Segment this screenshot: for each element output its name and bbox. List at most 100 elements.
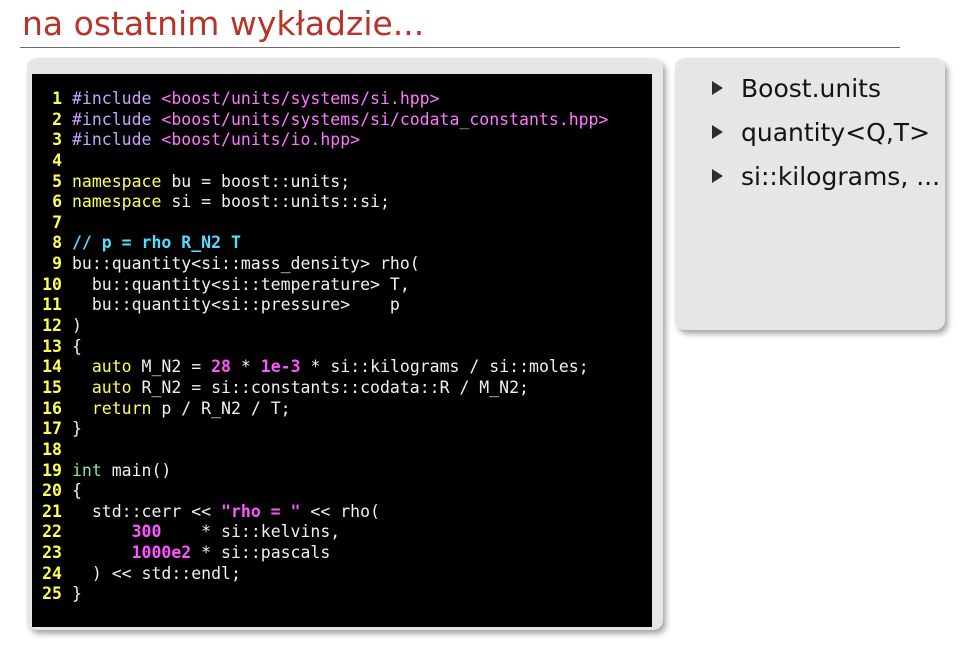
code-line: 19 int main() — [38, 461, 608, 482]
line-number: 12 — [42, 316, 62, 336]
code-token: <boost/units/systems/si/codata_constants… — [161, 109, 609, 129]
line-number: 8 — [52, 233, 62, 253]
code-token: #include — [72, 109, 162, 129]
code-token: <boost/units/io.hpp> — [161, 130, 361, 150]
line-number: 17 — [42, 419, 62, 439]
code-line: 21 std::cerr << "rho = " << rho( — [38, 502, 608, 523]
line-number: 3 — [52, 130, 62, 150]
line-number: 7 — [52, 212, 62, 232]
code-line: 22 300 * si::kelvins, — [38, 522, 608, 543]
code-token: namespace — [72, 192, 162, 212]
code-token: namespace — [72, 171, 162, 191]
code-line: 14 auto M_N2 = 28 * 1e-3 * si::kilograms… — [38, 357, 608, 378]
code-token: * si::pascals — [191, 543, 331, 563]
code-token: * — [230, 357, 261, 377]
code-line: 4 — [38, 151, 608, 172]
line-number: 10 — [42, 274, 62, 294]
line-number: 18 — [42, 439, 62, 459]
code-line: 24 ) << std::endl; — [38, 564, 608, 585]
code-listing: 1 #include <boost/units/systems/si.hpp> 2 #… — [38, 89, 608, 605]
note-item: quantity<Q,T> — [712, 110, 940, 154]
line-number: 15 — [42, 377, 62, 397]
note-text: si::kilograms, ... — [741, 161, 941, 191]
code-line: 25} — [38, 584, 608, 605]
line-number: 24 — [42, 563, 62, 583]
line-number: 16 — [42, 398, 62, 418]
line-number: 9 — [52, 254, 62, 274]
line-number: 21 — [42, 501, 62, 521]
code-token: std::cerr << — [72, 501, 222, 521]
code-line: 23 1000e2 * si::pascals — [38, 543, 608, 564]
code-token: << rho( — [300, 501, 380, 521]
code-line: 11 bu::quantity<si::pressure> p — [38, 295, 608, 316]
code-token: { — [72, 336, 82, 356]
code-line: 18 — [38, 440, 608, 461]
slide-title: na ostatnim wykładzie... — [22, 4, 425, 43]
line-number: 2 — [52, 109, 62, 129]
notes-list: Boost.unitsquantity<Q,T>si::kilograms, .… — [712, 66, 940, 198]
code-token: } — [72, 584, 82, 604]
code-token: #include — [72, 130, 162, 150]
code-token: int — [72, 460, 102, 480]
line-number: 13 — [42, 336, 62, 356]
code-line: 15 auto R_N2 = si::constants::codata::R … — [38, 378, 608, 399]
code-token: // p = rho R_N2 T — [72, 233, 241, 253]
code-line: 8 // p = rho R_N2 T — [38, 233, 608, 254]
code-line: 7 — [38, 213, 608, 234]
note-item: si::kilograms, ... — [712, 154, 940, 198]
code-token: main() — [101, 460, 172, 480]
code-line: 16 return p / R_N2 / T; — [38, 399, 608, 420]
code-line: 13 { — [38, 337, 608, 358]
code-token: M_N2 = — [131, 357, 212, 377]
line-number: 25 — [42, 584, 62, 604]
code-line: 12) — [38, 316, 608, 337]
code-line: 3 #include <boost/units/io.hpp> — [38, 130, 608, 151]
code-line: 1 #include <boost/units/systems/si.hpp> — [38, 89, 608, 110]
code-token: } — [72, 419, 82, 439]
code-token: #include — [72, 89, 162, 108]
code-token: bu::quantity<si::temperature> T, — [72, 274, 410, 294]
triangle-bullet-icon — [712, 125, 723, 139]
code-token: bu::quantity<si::pressure> p — [72, 295, 400, 315]
line-number: 4 — [52, 150, 62, 170]
code-token: <boost/units/systems/si.hpp> — [161, 89, 440, 108]
note-text: quantity<Q,T> — [741, 117, 931, 147]
title-divider — [20, 47, 900, 48]
code-token: bu = boost::units; — [161, 171, 351, 191]
code-token: 28 — [211, 357, 231, 377]
code-token: "rho = " — [221, 501, 301, 521]
code-line: 10 bu::quantity<si::temperature> T, — [38, 275, 608, 296]
line-number: 20 — [42, 481, 62, 501]
code-line: 2 #include <boost/units/systems/si/codata… — [38, 110, 608, 131]
code-line: 9 bu::quantity<si::mass_density> rho( — [38, 254, 608, 275]
code-token: si = boost::units::si; — [161, 192, 390, 212]
note-item: Boost.units — [712, 66, 940, 110]
code-token: { — [72, 481, 82, 501]
line-number: 23 — [42, 543, 62, 563]
code-line: 6 namespace si = boost::units::si; — [38, 192, 608, 213]
code-token: bu::quantity<si::mass_density> rho( — [72, 254, 420, 274]
code-token: auto — [91, 377, 132, 397]
code-token: ) << std::endl; — [72, 563, 241, 583]
code-line: 5 namespace bu = boost::units; — [38, 172, 608, 193]
triangle-bullet-icon — [712, 81, 723, 95]
code-token: 1e-3 — [260, 357, 301, 377]
code-token: * si::kilograms / si::moles; — [300, 357, 589, 377]
code-token: 300 — [131, 522, 162, 542]
code-token: R_N2 = si::constants::codata::R / M_N2; — [131, 377, 529, 397]
line-number: 5 — [52, 171, 62, 191]
code-line: 20 { — [38, 481, 608, 502]
triangle-bullet-icon — [712, 169, 723, 183]
code-token: auto — [91, 357, 132, 377]
code-token: p / R_N2 / T; — [151, 398, 291, 418]
line-number: 11 — [42, 295, 62, 315]
code-token: ) — [72, 316, 82, 336]
line-number: 14 — [42, 357, 62, 377]
note-text: Boost.units — [741, 73, 881, 103]
code-token: * si::kelvins, — [161, 522, 341, 542]
